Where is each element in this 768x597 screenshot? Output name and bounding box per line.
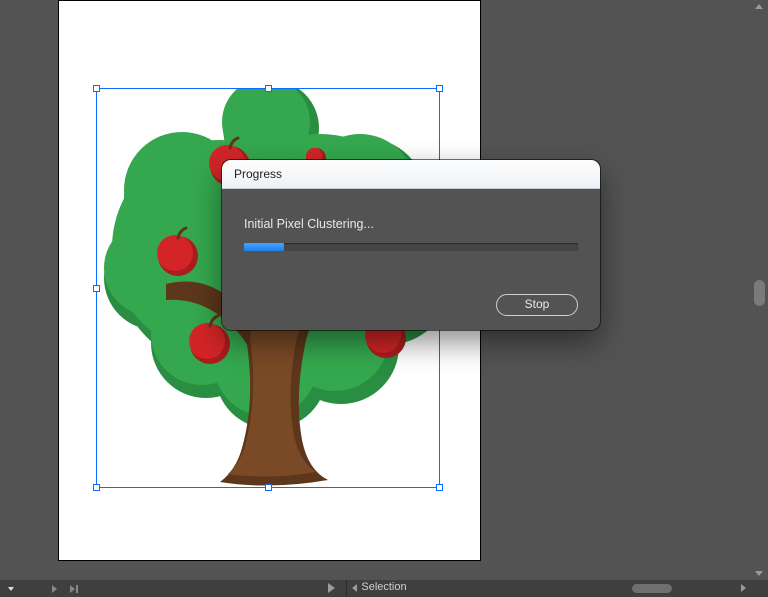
scrollbar-corner bbox=[751, 580, 768, 597]
resize-handle-bottom[interactable] bbox=[265, 484, 272, 491]
dialog-title: Progress bbox=[222, 160, 600, 189]
resize-handle-left[interactable] bbox=[93, 285, 100, 292]
scroll-up-icon[interactable] bbox=[755, 4, 763, 9]
resize-handle-top-left[interactable] bbox=[93, 85, 100, 92]
vertical-scrollbar[interactable] bbox=[751, 0, 768, 580]
timeline-play-icon[interactable] bbox=[328, 583, 335, 593]
resize-handle-top[interactable] bbox=[265, 85, 272, 92]
vertical-scroll-thumb[interactable] bbox=[754, 280, 765, 306]
horizontal-scroll-thumb[interactable] bbox=[632, 584, 672, 593]
resize-handle-bottom-left[interactable] bbox=[93, 484, 100, 491]
status-bar: Selection bbox=[0, 580, 768, 597]
progress-dialog: Progress Initial Pixel Clustering... Sto… bbox=[222, 160, 600, 330]
resize-handle-top-right[interactable] bbox=[436, 85, 443, 92]
progress-bar-fill bbox=[244, 243, 284, 251]
scroll-down-icon[interactable] bbox=[755, 571, 763, 576]
resize-handle-bottom-right[interactable] bbox=[436, 484, 443, 491]
horizontal-scrollbar[interactable] bbox=[347, 580, 751, 597]
stop-button[interactable]: Stop bbox=[496, 294, 578, 316]
scroll-left-icon[interactable] bbox=[352, 584, 357, 592]
progress-message: Initial Pixel Clustering... bbox=[244, 217, 578, 231]
scroll-right-icon[interactable] bbox=[741, 584, 746, 592]
progress-bar bbox=[244, 243, 578, 251]
